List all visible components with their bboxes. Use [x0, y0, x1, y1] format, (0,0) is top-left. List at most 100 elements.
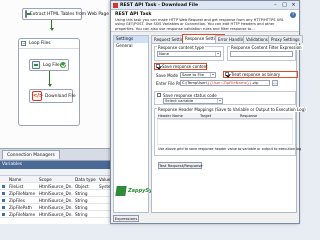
table-row[interactable]: FileList HtmlSource_Dn... Object System.… — [0, 183, 122, 190]
maximize-icon[interactable]: □ — [280, 2, 289, 8]
nav-item-general[interactable]: General — [114, 43, 148, 50]
group-title: Response content type — [157, 45, 206, 50]
connection-managers-panel: Connection Managers — [0, 148, 122, 160]
table-row[interactable]: ZipFileName HtmlSource_Dn... String — [0, 190, 122, 197]
file-path-prefix: C:\TempUser\ — [182, 80, 208, 85]
variable-name: ZipFileName — [9, 211, 36, 217]
column-header[interactable]: Name — [7, 177, 37, 182]
task-label: Extract HTML Tables from Web Page — [30, 11, 109, 17]
headers-note: Use above grid to save response header v… — [158, 147, 302, 151]
designer-canvas[interactable]: Extract HTML Tables from Web Page − Loop… — [0, 0, 122, 148]
variables-title: Variables — [0, 161, 122, 169]
chevron-down-icon[interactable] — [210, 73, 215, 77]
variables-header-row: Name Scope Data type Value — [0, 176, 122, 183]
status-variable-select[interactable]: Select variable — [163, 98, 223, 104]
variable-scope: HtmlSource_Dn... — [39, 183, 73, 189]
column-header[interactable]: Response — [239, 113, 289, 118]
zappysys-logo: ZappySys — [115, 184, 155, 198]
task-download-file[interactable]: </> Download File — [29, 89, 76, 103]
table-row[interactable]: ZipFiles HtmlSource_Dn... String — [0, 197, 122, 204]
browse-button[interactable]: … — [272, 80, 278, 86]
variable-type: String — [75, 204, 88, 210]
variables-panel: Variables Name Scope Data type Value Fil… — [0, 160, 122, 224]
rest-api-task-dialog: REST API Task - Download File – □ × REST… — [110, 0, 307, 224]
variables-toolbar — [0, 169, 122, 176]
connector-arrow — [47, 84, 52, 87]
variable-scope: HtmlSource_Dn... — [39, 197, 73, 203]
selected-value: Select variable — [165, 98, 194, 103]
task-icon — [25, 10, 31, 18]
chevron-down-icon[interactable] — [217, 99, 222, 103]
tab-proxy-settings[interactable]: Proxy Settings — [268, 35, 303, 43]
settings-nav: Settings General ZappySys — [113, 35, 155, 213]
help-icon[interactable]: ? — [290, 12, 296, 18]
task-log-file[interactable]: Log File — [29, 59, 69, 71]
task-label: Log File — [43, 62, 60, 68]
status-code-group: Save response status code Select variabl… — [154, 91, 296, 105]
response-settings-panel: Response content type None Response Cont… — [151, 43, 307, 213]
selected-value: Save to File — [182, 72, 204, 77]
task-title: REST API Task — [115, 12, 152, 17]
tab-connection-managers[interactable]: Connection Managers — [2, 150, 60, 159]
variable-icon — [0, 184, 7, 189]
variable-type: Object — [75, 183, 89, 189]
save-response-checkbox[interactable] — [156, 64, 160, 68]
dialog-titlebar[interactable]: REST API Task - Download File – □ × — [111, 1, 299, 10]
settings-tabs: Request Settings Response Settings Error… — [151, 34, 303, 43]
task-extract-html-tables[interactable]: Extract HTML Tables from Web Page — [22, 8, 109, 20]
variable-name: FileList — [9, 183, 24, 189]
group-title: Response Header Mappings (Save to Variab… — [157, 107, 307, 112]
loop-label: Loop Files — [29, 41, 51, 46]
variable-scope: HtmlSource_Dn... — [39, 190, 73, 196]
task-label: Download File — [45, 93, 76, 99]
variable-type: String — [75, 197, 88, 203]
task-description: Using this task you can make HTTP Web Re… — [115, 18, 284, 31]
save-mode-select[interactable]: Save to File — [180, 72, 216, 78]
content-type-group: Response content type None — [154, 45, 224, 61]
variable-name: ZipFileName — [9, 190, 36, 196]
variable-icon — [0, 198, 7, 203]
column-header[interactable]: Scope — [37, 177, 73, 182]
chevron-down-icon[interactable] — [215, 52, 220, 56]
content-filter-group: Response Content Filter Expression — [227, 45, 303, 61]
test-request-button[interactable]: Test Request/Response — [158, 162, 203, 169]
column-header[interactable]: Header Name — [157, 113, 199, 118]
rest-api-icon: </> — [32, 91, 44, 101]
group-title: Response Content Filter Expression — [230, 45, 303, 50]
variable-name: ZipFiles — [9, 197, 25, 203]
variable-scope: HtmlSource_Dn... — [39, 204, 73, 210]
save-status-checkbox[interactable] — [157, 93, 161, 97]
connector-line — [49, 71, 50, 85]
variable-icon — [0, 212, 7, 217]
task-header: REST API Task Using this task you can ma… — [111, 10, 299, 32]
app-icon — [113, 2, 118, 8]
file-path-variable: {{User::ZipFileName}} — [207, 80, 252, 85]
expressions-button[interactable]: Expressions — [113, 215, 139, 222]
table-row[interactable]: ZipFilePath HtmlSource_Dn... String — [0, 204, 122, 211]
tab-validations[interactable]: Validations — [243, 35, 271, 43]
content-filter-input[interactable] — [230, 51, 293, 57]
selected-value: None — [159, 51, 169, 56]
success-check-icon — [60, 62, 66, 68]
script-icon — [32, 61, 40, 69]
file-path-input[interactable]: C:\TempUser\{{User::ZipFileName}}.zip — [180, 80, 270, 86]
table-row[interactable]: ZipFileName HtmlSource_Dn... String — [0, 211, 122, 218]
collapse-icon[interactable]: − — [21, 41, 26, 46]
foreach-loop-container[interactable]: − Loop Files Log File </> Download File — [18, 38, 80, 126]
content-type-select[interactable]: None — [157, 51, 221, 57]
save-mode-label: Save Mode — [156, 73, 178, 78]
header-mappings-group: Response Header Mappings (Save to Variab… — [154, 107, 307, 156]
close-icon[interactable]: × — [289, 2, 298, 8]
variable-type: String — [75, 211, 88, 217]
column-header[interactable]: Data type — [73, 177, 97, 182]
column-header[interactable]: Target — [199, 113, 239, 118]
nav-item-settings[interactable]: Settings — [114, 36, 148, 43]
file-path-suffix: .zip — [251, 80, 259, 85]
variable-icon — [0, 191, 7, 196]
variable-name: ZipFilePath — [9, 204, 32, 210]
logo-cube-icon — [115, 186, 127, 196]
minimize-icon[interactable]: – — [271, 2, 280, 8]
treat-binary-checkbox[interactable] — [225, 72, 229, 76]
header-grid-body[interactable] — [157, 119, 293, 145]
connector-arrow — [49, 28, 54, 31]
